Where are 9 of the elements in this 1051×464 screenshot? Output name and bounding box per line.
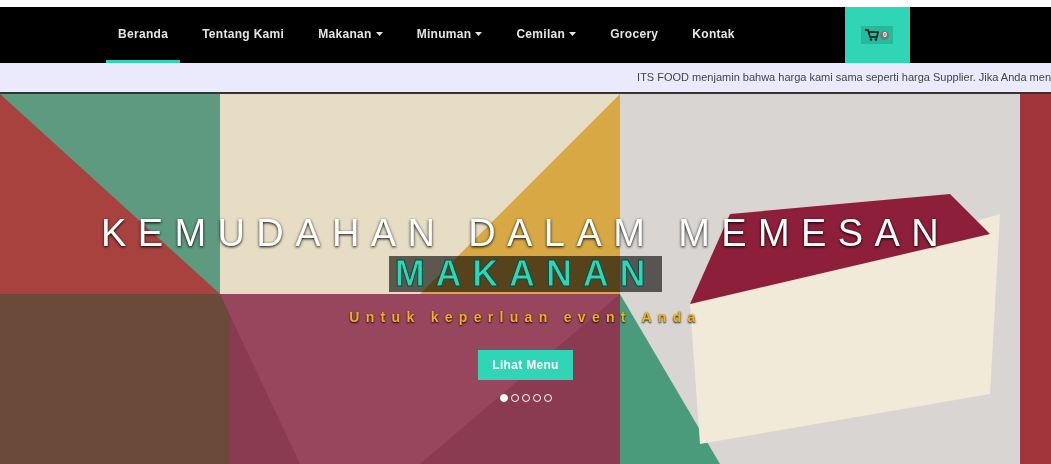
nav-link[interactable]: Kontak bbox=[680, 7, 747, 63]
nav-link[interactable]: Tentang Kami bbox=[190, 7, 297, 63]
cart-icon bbox=[865, 29, 880, 41]
nav-link[interactable]: Cemilan bbox=[504, 7, 589, 63]
ticker-text: ITS FOOD menjamin bahwa harga kami sama seperti harga Supplier. Jika Anda men bbox=[637, 70, 1051, 86]
nav-link[interactable]: Makanan bbox=[306, 7, 395, 63]
nav-link[interactable]: Grocery bbox=[598, 7, 671, 63]
nav-link[interactable]: Minuman bbox=[404, 7, 495, 63]
hero-highlight: MAKANAN bbox=[388, 256, 663, 292]
